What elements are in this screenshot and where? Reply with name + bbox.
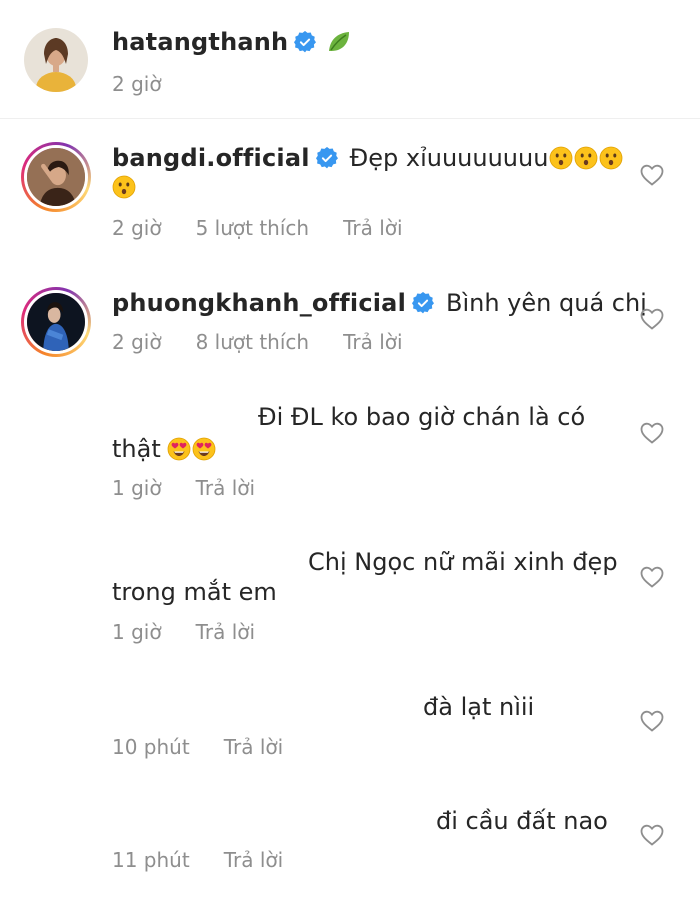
verified-badge-icon <box>294 31 316 53</box>
comment-username[interactable]: bangdi.official <box>112 143 310 173</box>
astonished-face-icon <box>574 146 598 170</box>
like-heart-icon[interactable] <box>640 566 664 588</box>
comment-row: bangdi.official Đẹp xỉuuuuuuuu 2 giờ 5 l… <box>0 119 700 249</box>
comment-line-1: Chị Ngọc nữ mãi xinh đẹp <box>308 547 618 577</box>
comment-time: 11 phút <box>112 848 190 872</box>
verified-badge-icon <box>316 147 338 169</box>
comment-meta: 11 phút Trả lời <box>112 848 283 872</box>
comment-line-1: đi cầu đất nao <box>436 806 608 836</box>
heart-eyes-face-icon <box>192 437 216 461</box>
reply-button[interactable]: Trả lời <box>343 330 402 354</box>
comment-time: 2 giờ <box>112 216 162 240</box>
astonished-face-icon <box>112 175 136 199</box>
astonished-face-icon <box>549 146 573 170</box>
comment-line-1: phuongkhanh_official Bình yên quá chị <box>112 288 647 318</box>
heart-eyes-face-icon <box>167 437 191 461</box>
caption-line: hatangthanh <box>112 27 352 57</box>
verified-badge-icon <box>412 292 434 314</box>
avatar-hatangthanh[interactable] <box>24 28 88 92</box>
reply-button[interactable]: Trả lời <box>196 476 255 500</box>
comment-row: đà lạt nìii 10 phút Trả lời <box>0 690 700 770</box>
comment-meta: 10 phút Trả lời <box>112 735 283 759</box>
like-heart-icon[interactable] <box>640 308 664 330</box>
comment-row: Chị Ngọc nữ mãi xinh đẹp trong mắt em 1 … <box>0 545 700 655</box>
comment-line-2 <box>112 175 136 199</box>
reply-button[interactable]: Trả lời <box>196 620 255 644</box>
comment-time: 1 giờ <box>112 620 162 644</box>
comment-row: đi cầu đất nao 11 phút Trả lời <box>0 804 700 884</box>
comment-line-2: thật <box>112 434 216 464</box>
caption-username[interactable]: hatangthanh <box>112 27 288 57</box>
caption-time: 2 giờ <box>112 72 162 96</box>
avatar-bangdi-official[interactable] <box>21 142 91 212</box>
comment-line-1: đà lạt nìii <box>423 692 534 722</box>
like-heart-icon[interactable] <box>640 164 664 186</box>
comment-text: Chị Ngọc nữ mãi xinh đẹp <box>308 548 618 576</box>
like-heart-icon[interactable] <box>640 710 664 732</box>
likes-count-button[interactable]: 8 lượt thích <box>196 330 310 354</box>
comment-meta: 1 giờ Trả lời <box>112 620 255 644</box>
reply-button[interactable]: Trả lời <box>343 216 402 240</box>
comment-text: đà lạt nìii <box>423 693 535 721</box>
comment-time: 2 giờ <box>112 330 162 354</box>
comment-time: 1 giờ <box>112 476 162 500</box>
likes-count-button[interactable]: 5 lượt thích <box>196 216 310 240</box>
caption-row: hatangthanh 2 giờ <box>0 0 700 118</box>
comment-row: phuongkhanh_official Bình yên quá chị 2 … <box>0 264 700 384</box>
comment-meta: 1 giờ Trả lời <box>112 476 255 500</box>
comment-line-1: bangdi.official Đẹp xỉuuuuuuuu <box>112 143 623 173</box>
comment-text: đi cầu đất nao <box>436 807 608 835</box>
comment-text: Bình yên quá chị <box>446 289 647 317</box>
comment-text: Đẹp xỉuuuuuuuu <box>349 144 549 172</box>
comment-text: Đi ĐL ko bao giờ chán là có <box>258 403 586 431</box>
like-heart-icon[interactable] <box>640 824 664 846</box>
comment-time: 10 phút <box>112 735 190 759</box>
reply-button[interactable]: Trả lời <box>224 735 283 759</box>
leaf-icon <box>326 29 352 55</box>
comment-line-2: trong mắt em <box>112 577 277 607</box>
comment-text-continued: thật <box>112 435 161 463</box>
comment-line-1: Đi ĐL ko bao giờ chán là có <box>258 402 585 432</box>
comment-meta: 2 giờ 5 lượt thích Trả lời <box>112 216 403 240</box>
caption-meta: 2 giờ <box>112 72 162 96</box>
like-heart-icon[interactable] <box>640 422 664 444</box>
reply-button[interactable]: Trả lời <box>224 848 283 872</box>
comment-row: Đi ĐL ko bao giờ chán là có thật 1 giờ T… <box>0 400 700 520</box>
comment-meta: 2 giờ 8 lượt thích Trả lời <box>112 330 403 354</box>
comment-username[interactable]: phuongkhanh_official <box>112 288 406 318</box>
avatar-phuongkhanh-official[interactable] <box>21 287 91 357</box>
astonished-face-icon <box>599 146 623 170</box>
comment-text-continued: trong mắt em <box>112 578 277 606</box>
